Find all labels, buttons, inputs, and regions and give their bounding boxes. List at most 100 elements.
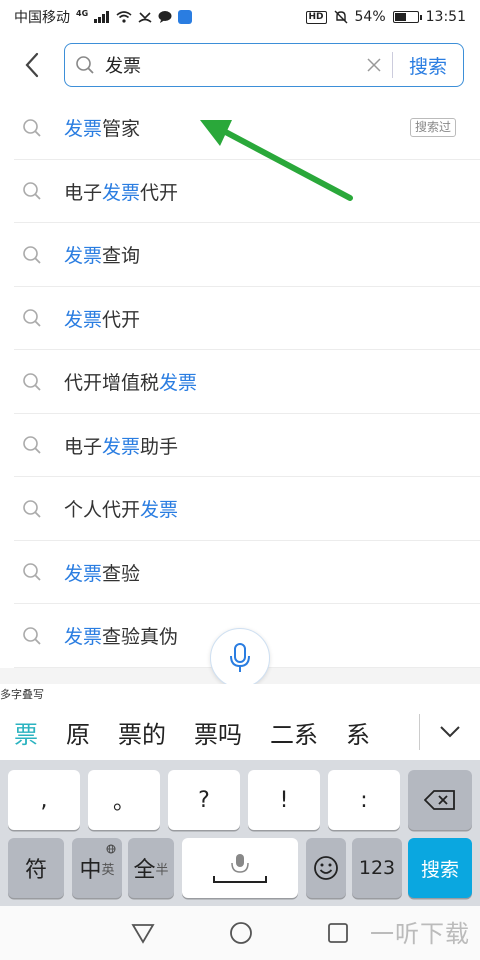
highlighted-term: 发票 [64, 626, 103, 649]
go-key[interactable]: 搜索 [408, 838, 472, 898]
suggestion-text: 电子发票助手 [64, 432, 178, 459]
highlighted-term: 发票 [102, 181, 141, 204]
candidate-word[interactable]: 原 [52, 715, 104, 750]
candidate-word[interactable]: 二系 [256, 715, 332, 750]
search-button[interactable]: 搜索 [393, 52, 463, 79]
highlighted-term: 发票 [64, 245, 103, 268]
carrier-name: 中国移动 [14, 10, 70, 26]
search-box[interactable]: 搜索 [64, 43, 464, 87]
chevron-down-icon [440, 726, 460, 738]
back-button[interactable] [0, 34, 64, 96]
voice-search-button[interactable] [210, 628, 270, 688]
numbers-key[interactable]: 123 [352, 838, 402, 898]
punctuation-key[interactable]: 。 [88, 770, 160, 830]
punctuation-key[interactable]: : [328, 770, 400, 830]
missed-call-icon [138, 12, 152, 23]
highlighted-term: 发票 [102, 435, 141, 458]
suggestion-list: 发票管家 搜索过 电子发票代开 发票查询 发票代开 代开增值税发票 电子发票助手 个人代开发票… [0, 96, 480, 668]
search-input[interactable] [105, 54, 356, 76]
network-type: 4G [76, 8, 89, 18]
recents-square-icon[interactable] [327, 922, 349, 944]
search-icon [0, 435, 64, 455]
ime-mode-hint: 多字叠写 [0, 688, 44, 701]
suggestion-item[interactable]: 代开增值税发票 [0, 350, 480, 414]
suggestion-text: 发票代开 [64, 305, 140, 332]
punctuation-key[interactable]: ? [168, 770, 240, 830]
highlighted-term: 发票 [64, 562, 103, 585]
highlighted-term: 发票 [140, 499, 179, 522]
wifi-icon [116, 11, 132, 23]
home-circle-icon[interactable] [229, 921, 253, 945]
battery-percent: 54% [354, 9, 386, 25]
search-icon [0, 499, 64, 519]
suggestion-text-part: 代开 [102, 308, 141, 331]
space-mic-icon [213, 854, 267, 883]
suggestion-text: 发票查验真伪 [64, 622, 178, 649]
suggestion-text-part: 电子 [64, 181, 103, 204]
suggestion-item[interactable]: 发票代开 [0, 287, 480, 351]
width-switch-key[interactable]: 全半 [128, 838, 174, 898]
suggestion-text-part: 电子 [64, 435, 103, 458]
globe-icon [106, 844, 116, 854]
search-header: 搜索 [0, 34, 480, 96]
language-alt-label: 英 [101, 862, 115, 878]
language-switch-key[interactable]: 中英 [72, 838, 122, 898]
backspace-icon [424, 790, 455, 810]
punctuation-key[interactable]: , [8, 770, 80, 830]
width-alt-label: 半 [155, 862, 169, 878]
candidate-word[interactable]: 票的 [104, 715, 180, 750]
suggestion-item[interactable]: 发票管家 搜索过 [0, 96, 480, 160]
suggestion-text-part: 代开增值税 [64, 372, 160, 395]
suggestion-text: 发票查询 [64, 241, 140, 268]
signal-icon [94, 11, 110, 23]
suggestion-text-part: 助手 [140, 435, 179, 458]
message-icon [158, 11, 172, 23]
watermark: 一听下载 [370, 920, 470, 948]
candidate-word[interactable]: 票 [0, 715, 52, 750]
suggestion-text-part: 管家 [102, 118, 141, 141]
chevron-left-icon [25, 52, 39, 78]
suggestion-text: 发票管家 [64, 114, 140, 141]
back-triangle-icon[interactable] [131, 922, 155, 944]
search-icon [0, 181, 64, 201]
microphone-icon [230, 643, 250, 672]
suggestion-text-part: 查验真伪 [102, 626, 179, 649]
suggestion-text: 电子发票代开 [64, 178, 178, 205]
highlighted-term: 发票 [159, 372, 198, 395]
expand-candidates-button[interactable] [420, 725, 480, 739]
search-icon [0, 372, 64, 392]
search-icon [65, 55, 105, 75]
suggestion-text: 个人代开发票 [64, 495, 178, 522]
searched-badge: 搜索过 [409, 118, 456, 137]
suggestion-item[interactable]: 发票查验 [0, 541, 480, 605]
keyboard: 符 中英 全半 123 搜索 ,。?!: [0, 760, 480, 906]
suggestion-item[interactable]: 发票查询 [0, 223, 480, 287]
emoji-key[interactable] [306, 838, 346, 898]
hd-badge: HD [305, 10, 327, 24]
search-icon [0, 308, 64, 328]
highlighted-term: 发票 [64, 308, 103, 331]
backspace-key[interactable] [408, 770, 472, 830]
suggestion-item[interactable]: 个人代开发票 [0, 477, 480, 541]
search-icon [0, 118, 64, 138]
space-key[interactable] [182, 838, 298, 898]
candidate-word[interactable]: 票吗 [180, 715, 256, 750]
search-icon [0, 562, 64, 582]
suggestion-item[interactable]: 电子发票助手 [0, 414, 480, 478]
search-icon [0, 626, 64, 646]
symbol-key[interactable]: 符 [8, 838, 64, 898]
smiley-icon [314, 856, 338, 880]
language-main-label: 中 [79, 858, 102, 883]
suggestion-text-part: 查验 [102, 562, 141, 585]
suggestion-text-part: 代开 [140, 181, 179, 204]
punctuation-key[interactable]: ! [248, 770, 320, 830]
suggestion-text: 发票查验 [64, 559, 140, 586]
width-main-label: 全 [133, 858, 156, 883]
candidate-word[interactable]: 系 [332, 715, 384, 750]
app-notification-icon [178, 10, 193, 24]
suggestion-item[interactable]: 电子发票代开 [0, 160, 480, 224]
clear-button[interactable] [356, 58, 392, 72]
suggestion-text-part: 查询 [102, 245, 141, 268]
close-icon [367, 58, 381, 72]
suggestion-text: 代开增值税发票 [64, 368, 197, 395]
